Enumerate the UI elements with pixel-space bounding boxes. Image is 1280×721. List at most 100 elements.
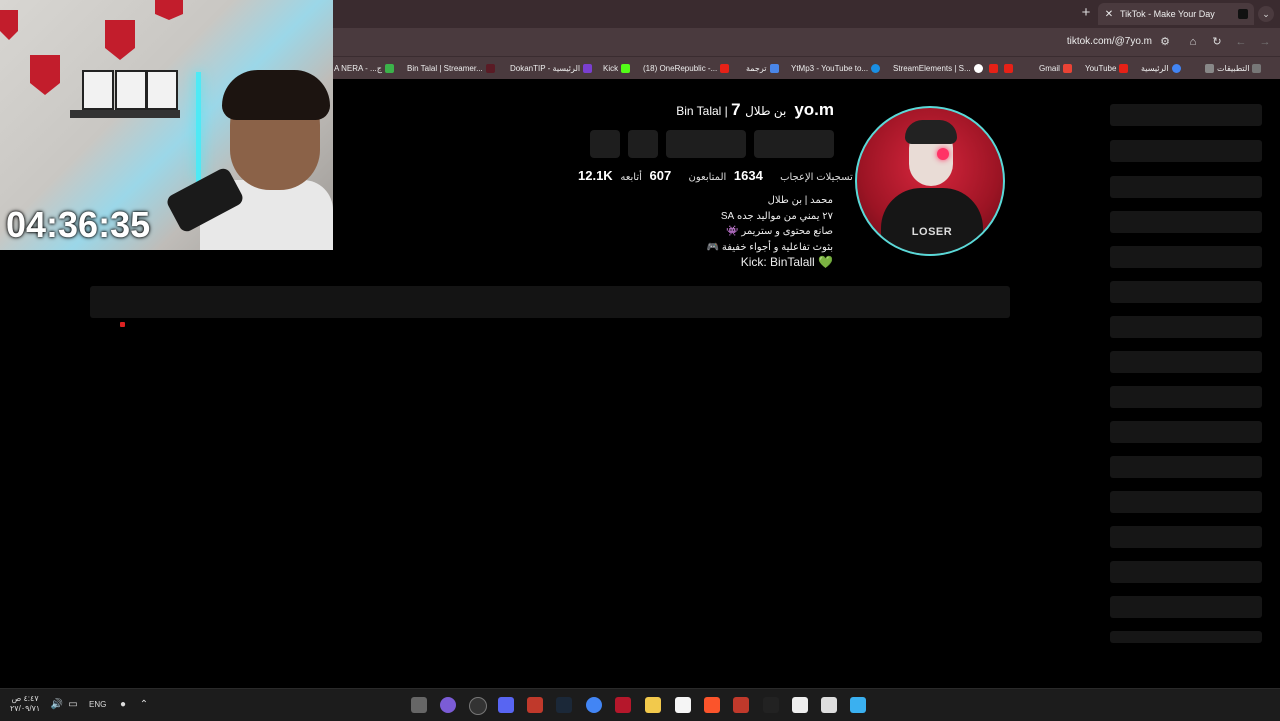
following-count[interactable]: 607 [650,168,672,183]
kick-icon [621,63,631,73]
discord-icon[interactable] [498,697,514,713]
bookmark-item[interactable]: Kick [603,62,633,74]
sidebar-skeleton-item [1110,211,1262,233]
sidebar-skeleton-item [1110,491,1262,513]
site-settings-icon[interactable]: ⚙ [1157,34,1173,50]
app-icon[interactable] [615,697,631,713]
youtube-icon [988,63,998,73]
action-button-skeleton[interactable] [590,130,620,158]
bio-line: محمد | بن طلال [767,195,833,206]
microphone-icon[interactable]: ● [116,698,130,712]
followers-label[interactable]: المتابعون [688,172,726,183]
bookmark-item[interactable]: DokanTIP - الرئيسية [510,62,595,74]
app-icon[interactable] [527,697,543,713]
bookmark-item[interactable]: Gmail [1039,62,1075,74]
bookmark-icon [583,63,593,73]
bookmark-item[interactable]: Bin Talal | Streamer... [407,62,498,74]
action-button-skeleton[interactable] [628,130,658,158]
sidebar-skeleton-item [1110,351,1262,373]
apps-grid-icon [1205,63,1214,73]
address-bar[interactable]: tiktok.com/@7yo.m [1020,34,1152,50]
sidebar-skeleton-item [1110,526,1262,548]
capcut-icon[interactable] [792,697,808,713]
action-button-skeleton[interactable] [754,130,834,158]
avatar-eye [937,148,949,160]
bookmark-item[interactable]: الرئيسية [1141,62,1184,74]
obs-icon[interactable] [469,697,487,715]
profile-tabs-skeleton [90,286,1010,318]
youtube-icon [1119,63,1129,73]
followers-count[interactable]: 1634 [734,168,763,183]
sidebar-skeleton-item [1110,456,1262,478]
bookmark-icon [871,63,881,73]
new-tab-button[interactable]: + [1078,5,1094,21]
windows-start-icon[interactable] [850,697,866,713]
decor-flag [155,0,183,20]
bookmark-item[interactable]: (18) OneRepublic -... [643,62,732,74]
bio-line: ٢٧ يمني من مواليد جده SA [720,210,833,222]
network-icon[interactable]: ▭ [66,698,80,712]
chrome-icon[interactable] [586,697,602,713]
bookmark-item[interactable]: YtMp3 - YouTube to... [791,62,883,74]
brave-icon[interactable] [704,697,720,713]
bookmark-item[interactable]: StreamElements | S... [893,62,1016,74]
store-icon[interactable] [821,697,837,713]
sidebar-skeleton-item [1110,421,1262,443]
app-icon[interactable] [411,697,427,713]
translate-icon [769,63,779,73]
gmail-icon [1062,63,1072,73]
bookmark-icon [973,63,983,73]
avatar-hair [905,120,957,144]
volume-icon[interactable]: 🔊 [50,698,64,712]
app-icon[interactable] [440,697,456,713]
sidebar-skeleton-item [1110,104,1262,126]
app-icon[interactable] [733,697,749,713]
reload-icon[interactable]: ↻ [1209,34,1225,50]
picture-frame [146,70,178,110]
sidebar-skeleton-item [1110,176,1262,198]
sidebar-skeleton-item [1110,561,1262,583]
tab-title: TikTok - Make Your Day [1120,9,1215,19]
notepad-icon[interactable] [675,697,691,713]
more-bookmarks-icon [1252,63,1262,73]
decor-flag [105,20,135,60]
bookmark-icon [384,63,394,73]
profile-bio: محمد | بن طلال ٢٧ يمني من مواليد جده SA … [707,193,833,272]
steam-icon[interactable] [556,697,572,713]
tiktok-favicon-icon [1238,9,1248,19]
action-button-skeleton[interactable] [666,130,746,158]
webcam-overlay: 04:36:35 [0,0,333,250]
windows-taskbar: ٤:٤٧ ص ٢٧/٠٩/٧١ 🔊 ▭ ENG ● ⌃ [0,688,1280,721]
input-language[interactable]: ENG [89,700,106,709]
apps-bookmark[interactable]: التطبيقات [1202,62,1264,74]
tiktok-icon[interactable] [763,697,779,713]
chevron-up-icon[interactable]: ⌃ [137,698,151,712]
likes-count: 12.1K [578,168,613,183]
file-explorer-icon[interactable] [645,697,661,713]
close-icon[interactable]: ✕ [1102,9,1116,20]
forward-icon[interactable]: → [1257,34,1273,50]
clock-date: ٢٧/٠٩/٧١ [10,704,41,713]
tray-clock[interactable]: ٤:٤٧ ص ٢٧/٠٩/٧١ [10,694,40,714]
bookmark-item[interactable]: ترجمة [746,62,782,74]
clock-time: ٤:٤٧ ص [11,694,39,703]
bookmark-item[interactable]: A NERA - ...ج [334,62,397,74]
decor-flag [0,10,18,40]
decor-flag [30,55,60,95]
back-icon[interactable]: ← [1233,34,1249,50]
likes-label: تسجيلات الإعجاب [780,172,853,183]
bookmark-item[interactable]: YouTube [1085,62,1131,74]
home-icon[interactable]: ⌂ [1185,34,1201,50]
following-label[interactable]: أتابعه [620,172,642,183]
bio-kick-link[interactable]: Kick: BinTalall 💚 [741,255,833,271]
profile-avatar[interactable]: LOSER [855,106,1005,256]
mouse-cursor [120,322,125,327]
stats-row: 12.1K تسجيلات الإعجاب 1634 المتابعون 607… [578,168,857,183]
streamer-hair [222,70,330,120]
sidebar-skeleton-item [1110,140,1262,162]
tab-tiktok[interactable]: ✕ TikTok - Make Your Day [1098,3,1254,25]
sidebar-skeleton-item [1110,631,1262,643]
youtube-icon [720,63,730,73]
tab-list-button[interactable]: ⌄ [1258,6,1274,22]
avatar-hoodie-text: LOSER [911,226,953,238]
